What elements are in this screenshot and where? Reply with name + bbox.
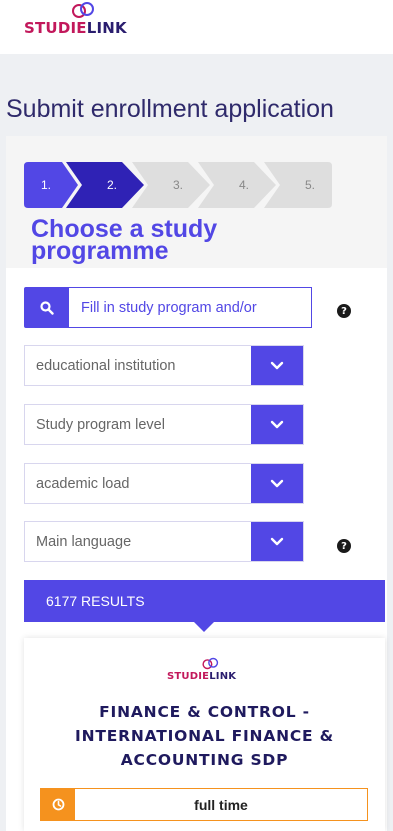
chevron-down-icon[interactable] xyxy=(251,346,303,385)
search-help-icon[interactable]: ? xyxy=(337,304,351,318)
progress-stepper: 1. 2. 3. 4. 5. xyxy=(24,162,332,208)
level-select[interactable]: Study program level xyxy=(24,404,304,445)
page-title: Submit enrollment application xyxy=(6,95,334,123)
step-1[interactable]: 1. xyxy=(28,162,64,208)
logo-mark-icon xyxy=(202,657,219,670)
institution-select-value: educational institution xyxy=(36,357,176,374)
study-mode-text: full time xyxy=(194,796,248,813)
card-studielink-logo: STUDIELINK xyxy=(167,656,247,690)
step-3[interactable]: 3. xyxy=(160,162,196,208)
card-logo-text: STUDIELINK xyxy=(167,671,237,682)
language-select-value: Main language xyxy=(36,533,132,550)
chevron-down-icon[interactable] xyxy=(251,405,303,444)
level-select-value: Study program level xyxy=(36,416,165,433)
search-icon xyxy=(39,300,54,315)
language-help-icon[interactable]: ? xyxy=(337,539,351,553)
programme-title[interactable]: FINANCE & CONTROL - INTERNATIONAL FINANC… xyxy=(44,700,365,772)
chevron-down-icon[interactable] xyxy=(251,464,303,503)
clock-icon xyxy=(41,789,75,820)
logo-mark-icon xyxy=(72,2,94,18)
step-4[interactable]: 4. xyxy=(226,162,262,208)
step-5[interactable]: 5. xyxy=(292,162,328,208)
load-select-value: academic load xyxy=(36,475,130,492)
institution-select[interactable]: educational institution xyxy=(24,345,304,386)
load-select[interactable]: academic load xyxy=(24,463,304,504)
language-select[interactable]: Main language xyxy=(24,521,304,562)
search-row xyxy=(24,287,312,328)
top-bar: STUDIELINK xyxy=(0,0,393,54)
step-2[interactable]: 2. xyxy=(94,162,130,208)
results-count-bar: 6177 RESULTS xyxy=(24,580,385,622)
chevron-down-icon[interactable] xyxy=(251,522,303,561)
section-title: Choose a study programme xyxy=(31,215,218,265)
results-caret xyxy=(193,621,215,632)
studielink-logo[interactable]: STUDIELINK xyxy=(24,0,144,44)
search-input[interactable] xyxy=(69,287,312,328)
search-button[interactable] xyxy=(24,287,69,328)
logo-text: STUDIELINK xyxy=(24,19,127,37)
programme-card[interactable]: STUDIELINK FINANCE & CONTROL - INTERNATI… xyxy=(24,638,385,831)
study-mode-badge: full time xyxy=(40,788,368,821)
